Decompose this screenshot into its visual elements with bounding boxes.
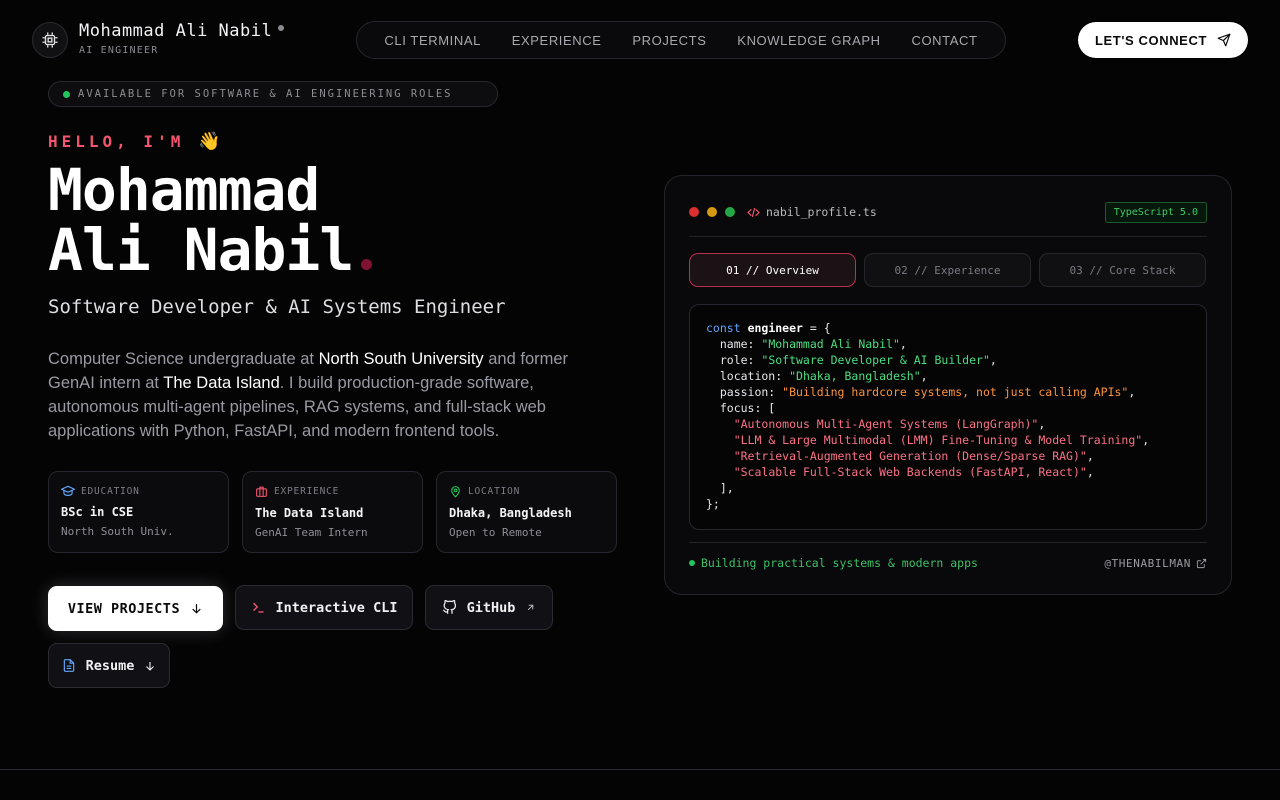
card-subtitle: North South Univ. <box>61 525 174 538</box>
arrow-down-icon <box>192 604 201 614</box>
arrow-up-right-icon <box>528 604 534 611</box>
card-subtitle: GenAI Team Intern <box>255 526 368 539</box>
card-subtitle: Open to Remote <box>449 526 542 539</box>
external-link-icon <box>1196 558 1207 568</box>
hero-name-line1: Mohammad <box>48 156 320 224</box>
tab-overview[interactable]: 01 // Overview <box>689 253 856 287</box>
site-header: Mohammad Ali Nabil AI ENGINEER CLI TERMI… <box>0 0 1280 80</box>
download-arrow-icon <box>146 661 155 671</box>
info-cards: EDUCATION BSc in CSE North South Univ. E… <box>48 471 617 553</box>
nav-cli-terminal[interactable]: CLI TERMINAL <box>384 33 481 48</box>
github-button[interactable]: GitHub <box>425 585 553 630</box>
terminal-icon <box>252 602 264 613</box>
card-title: The Data Island <box>255 506 364 520</box>
panel-tabs: 01 // Overview 02 // Experience 03 // Co… <box>689 253 1206 287</box>
card-title: Dhaka, Bangladesh <box>449 506 572 520</box>
document-icon <box>63 659 74 672</box>
github-label: GitHub <box>466 599 516 616</box>
hero-bio: Computer Science undergraduate at North … <box>48 350 569 440</box>
university-name: North South University <box>318 350 484 368</box>
availability-text: AVAILABLE FOR SOFTWARE & AI ENGINEERING … <box>78 88 453 100</box>
name-accent-dot <box>361 259 373 270</box>
map-pin-icon <box>451 486 460 498</box>
nav-projects[interactable]: PROJECTS <box>632 33 706 48</box>
card-title: BSc in CSE <box>61 505 134 519</box>
code-block: const engineer = { name: "Mohammad Ali N… <box>689 304 1207 530</box>
github-icon <box>442 600 456 614</box>
footer-status: Building practical systems & modern apps <box>701 556 978 570</box>
panel-footer: Building practical systems & modern apps… <box>689 556 1207 570</box>
nav-knowledge-graph[interactable]: KNOWLEDGE GRAPH <box>737 33 880 48</box>
resume-button[interactable]: Resume <box>48 643 170 688</box>
view-projects-button[interactable]: VIEW PROJECTS <box>48 586 223 631</box>
status-dot <box>278 25 285 31</box>
experience-card: EXPERIENCE The Data Island GenAI Team In… <box>242 471 423 553</box>
nav-experience[interactable]: EXPERIENCE <box>512 33 602 48</box>
card-label: LOCATION <box>468 486 521 497</box>
profile-code-panel: nabil_profile.ts TypeScript 5.0 01 // Ov… <box>664 175 1232 595</box>
availability-badge: AVAILABLE FOR SOFTWARE & AI ENGINEERING … <box>48 81 498 107</box>
briefcase-icon <box>256 486 267 497</box>
wave-emoji-icon: 👋 <box>197 131 221 152</box>
availability-dot <box>63 90 70 98</box>
code-icon <box>747 207 760 217</box>
window-maximize-dot <box>725 207 735 217</box>
status-dot <box>689 560 695 566</box>
greeting: HELLO, I'M 👋 <box>48 131 221 152</box>
send-icon <box>1217 33 1231 47</box>
location-card: LOCATION Dhaka, Bangladesh Open to Remot… <box>436 471 617 553</box>
divider <box>689 542 1207 543</box>
card-label: EXPERIENCE <box>274 486 340 497</box>
file-name: nabil_profile.ts <box>747 205 877 219</box>
nav-contact[interactable]: CONTACT <box>911 33 977 48</box>
hero-name: Mohammad Ali Nabil <box>48 160 373 280</box>
education-card: EDUCATION BSc in CSE North South Univ. <box>48 471 229 553</box>
card-label: EDUCATION <box>81 485 140 497</box>
brand-name[interactable]: Mohammad Ali Nabil <box>79 21 285 41</box>
section-divider <box>0 769 1280 770</box>
view-projects-label: VIEW PROJECTS <box>67 600 181 617</box>
tab-experience[interactable]: 02 // Experience <box>864 253 1031 287</box>
company-name: The Data Island <box>163 374 280 392</box>
resume-label: Resume <box>85 657 135 674</box>
graduation-cap-icon <box>61 485 75 496</box>
brand-role: AI ENGINEER <box>79 45 159 56</box>
chip-logo-icon[interactable] <box>32 22 68 58</box>
hero-subtitle: Software Developer & AI Systems Engineer <box>48 296 506 318</box>
lets-connect-label: LET'S CONNECT <box>1094 32 1207 48</box>
twitter-handle-link[interactable]: @THENABILMAN <box>1104 557 1207 570</box>
panel-titlebar: nabil_profile.ts TypeScript 5.0 <box>689 201 1207 223</box>
main-nav: CLI TERMINAL EXPERIENCE PROJECTS KNOWLED… <box>356 21 1006 59</box>
window-close-dot <box>689 207 699 217</box>
divider <box>689 236 1207 237</box>
lets-connect-button[interactable]: LET'S CONNECT <box>1078 22 1248 58</box>
typescript-badge: TypeScript 5.0 <box>1104 201 1207 223</box>
tab-core-stack[interactable]: 03 // Core Stack <box>1039 253 1206 287</box>
window-minimize-dot <box>707 207 717 217</box>
hero-name-line2: Ali Nabil <box>48 216 354 284</box>
interactive-cli-label: Interactive CLI <box>275 599 398 616</box>
interactive-cli-button[interactable]: Interactive CLI <box>235 585 413 630</box>
